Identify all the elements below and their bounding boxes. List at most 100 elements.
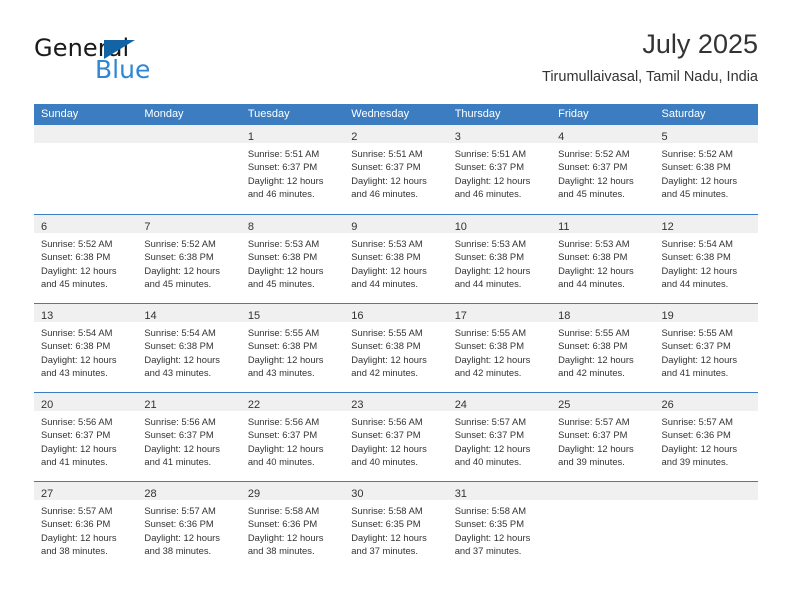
daylight-text-line2: and 46 minutes. [454,188,522,200]
daylight-text-line2: and 41 minutes. [661,367,729,379]
day-number-band: 7 [137,215,241,233]
calendar-day-cell[interactable]: 27 Sunrise: 5:57 AM Sunset: 6:36 PM Dayligh… [34,482,138,570]
sunset-text: Sunset: 6:38 PM [661,251,731,263]
calendar-day-cell[interactable]: 21 Sunrise: 5:56 AM Sunset: 6:37 PM Dayligh… [137,393,241,481]
calendar-day-cell[interactable]: 1 Sunrise: 5:51 AM Sunset: 6:37 PM Daylight… [240,125,345,214]
day-number: 6 [41,221,48,233]
sunrise-text: Sunrise: 5:52 AM [41,238,113,249]
calendar-day-cell[interactable]: 2 Sunrise: 5:51 AM Sunset: 6:37 PM Daylight… [344,125,448,214]
day-number-band: 26 [654,393,758,411]
daylight-text-line1: Daylight: 12 hours [144,442,220,454]
calendar-day-cell[interactable]: 22 Sunrise: 5:56 AM Sunset: 6:37 PM Dayligh… [240,393,345,481]
calendar-day-cell[interactable]: 6 Sunrise: 5:52 AM Sunset: 6:38 PM Daylight… [34,215,138,303]
sunset-text: Sunset: 6:38 PM [454,340,524,352]
calendar-day-cell[interactable]: 7 Sunrise: 5:52 AM Sunset: 6:38 PM Daylight… [137,215,241,303]
day-sun-info: Sunrise: 5:51 AM Sunset: 6:37 PM Daylight:… [448,143,551,201]
daylight-text-line1: Daylight: 12 hours [351,442,427,454]
day-sun-info: Sunrise: 5:57 AM Sunset: 6:36 PM Daylight:… [137,500,240,558]
sunset-text: Sunset: 6:38 PM [454,251,524,263]
calendar-day-cell[interactable]: 9 Sunrise: 5:53 AM Sunset: 6:38 PM Daylight… [344,215,448,303]
calendar-day-cell[interactable]: 14 Sunrise: 5:54 AM Sunset: 6:38 PM Dayligh… [137,304,241,392]
calendar-day-cell[interactable]: 28 Sunrise: 5:57 AM Sunset: 6:36 PM Dayligh… [137,482,241,570]
sunset-text: Sunset: 6:37 PM [558,161,628,173]
calendar-day-cell[interactable]: 18 Sunrise: 5:55 AM Sunset: 6:38 PM Dayligh… [551,304,655,392]
calendar-day-cell[interactable]: 31 Sunrise: 5:58 AM Sunset: 6:35 PM Dayligh… [447,482,552,570]
calendar-day-cell[interactable]: 12 Sunrise: 5:54 AM Sunset: 6:38 PM Dayligh… [654,215,758,303]
day-number: 20 [41,399,54,411]
daylight-text-line2: and 38 minutes. [247,545,315,557]
day-sun-info: Sunrise: 5:53 AM Sunset: 6:38 PM Daylight:… [344,233,447,291]
daylight-text-line1: Daylight: 12 hours [454,264,531,276]
daylight-text-line1: Daylight: 12 hours [247,174,324,186]
calendar-day-cell[interactable]: 10 Sunrise: 5:53 AM Sunset: 6:38 PM Dayligh… [447,215,552,303]
day-number: 21 [144,399,157,411]
daylight-text-line1: Daylight: 12 hours [144,353,220,365]
day-sun-info: Sunrise: 5:51 AM Sunset: 6:37 PM Daylight:… [241,143,344,201]
day-number-band: 23 [344,393,448,411]
day-number-band: 27 [34,482,138,500]
sunset-text: Sunset: 6:37 PM [558,429,628,441]
day-number-band: 25 [551,393,655,411]
day-number: 22 [247,399,261,411]
day-sun-info: Sunrise: 5:54 AM Sunset: 6:38 PM Daylight:… [655,233,758,291]
calendar-day-cell[interactable]: 13 Sunrise: 5:54 AM Sunset: 6:38 PM Dayligh… [34,304,138,392]
day-number-band [654,482,758,500]
calendar-day-cell[interactable]: 26 Sunrise: 5:57 AM Sunset: 6:36 PM Dayligh… [654,393,758,481]
sunrise-text: Sunrise: 5:53 AM [351,238,423,249]
calendar-day-cell[interactable]: 3 Sunrise: 5:51 AM Sunset: 6:37 PM Daylight… [447,125,552,214]
day-number: 7 [144,221,151,233]
day-number-band: 21 [137,393,241,411]
calendar-day-cell[interactable]: 20 Sunrise: 5:56 AM Sunset: 6:37 PM Dayligh… [34,393,138,481]
day-sun-info: Sunrise: 5:52 AM Sunset: 6:37 PM Daylight:… [551,143,654,201]
calendar-day-cell[interactable]: 25 Sunrise: 5:57 AM Sunset: 6:37 PM Dayligh… [551,393,655,481]
sunset-text: Sunset: 6:38 PM [351,251,421,263]
calendar-day-cell-empty [654,482,758,570]
calendar-day-cell[interactable]: 11 Sunrise: 5:53 AM Sunset: 6:38 PM Dayligh… [551,215,655,303]
sunrise-text: Sunrise: 5:56 AM [144,416,216,427]
calendar-day-cell[interactable]: 5 Sunrise: 5:52 AM Sunset: 6:38 PM Daylight… [654,125,758,214]
daylight-text-line1: Daylight: 12 hours [41,442,117,454]
general-blue-logo[interactable]: General Blue [34,34,264,90]
daylight-text-line2: and 43 minutes. [144,367,212,379]
calendar-day-cell[interactable]: 17 Sunrise: 5:55 AM Sunset: 6:38 PM Dayligh… [447,304,552,392]
daylight-text-line1: Daylight: 12 hours [558,174,634,186]
daylight-text-line2: and 38 minutes. [144,545,212,557]
sunset-text: Sunset: 6:35 PM [351,518,421,530]
weekday-header-monday: Monday [144,108,184,120]
day-number: 16 [351,310,364,322]
calendar-week-row: 13 Sunrise: 5:54 AM Sunset: 6:38 PM Dayligh… [34,303,758,392]
daylight-text-line2: and 45 minutes. [247,278,315,290]
calendar-day-cell[interactable]: 16 Sunrise: 5:55 AM Sunset: 6:38 PM Dayligh… [344,304,448,392]
day-number-band: 20 [34,393,138,411]
day-sun-info: Sunrise: 5:58 AM Sunset: 6:35 PM Daylight:… [448,500,551,558]
daylight-text-line2: and 42 minutes. [351,367,418,379]
calendar-page: General Blue July 2025 Tirumullaivasal, … [0,0,792,612]
calendar-day-cell[interactable]: 29 Sunrise: 5:58 AM Sunset: 6:36 PM Dayligh… [240,482,345,570]
day-number: 13 [41,310,54,322]
daylight-text-line2: and 39 minutes. [661,456,729,468]
daylight-text-line1: Daylight: 12 hours [351,531,427,543]
daylight-text-line2: and 42 minutes. [454,367,522,379]
sunrise-text: Sunrise: 5:57 AM [454,416,527,427]
sunrise-text: Sunrise: 5:53 AM [247,238,320,249]
sunrise-text: Sunrise: 5:57 AM [558,416,630,427]
calendar-week-row: 27 Sunrise: 5:57 AM Sunset: 6:36 PM Dayligh… [34,481,758,570]
calendar-day-cell[interactable]: 8 Sunrise: 5:53 AM Sunset: 6:38 PM Daylight… [240,215,345,303]
calendar-day-cell[interactable]: 24 Sunrise: 5:57 AM Sunset: 6:37 PM Dayligh… [447,393,552,481]
day-number: 17 [454,310,467,322]
sunset-text: Sunset: 6:37 PM [41,429,111,441]
sunrise-text: Sunrise: 5:54 AM [661,238,733,249]
daylight-text-line2: and 46 minutes. [351,188,418,200]
weekday-header-row: Sunday Monday Tuesday Wednesday Thursday Frid… [34,104,758,125]
calendar-day-cell[interactable]: 15 Sunrise: 5:55 AM Sunset: 6:38 PM Dayligh… [240,304,345,392]
calendar-day-cell[interactable]: 4 Sunrise: 5:52 AM Sunset: 6:37 PM Daylight… [551,125,655,214]
weekday-header-saturday: Saturday [661,108,706,120]
day-number-band: 11 [551,215,655,233]
calendar-day-cell[interactable]: 30 Sunrise: 5:58 AM Sunset: 6:35 PM Dayligh… [344,482,448,570]
calendar-day-cell[interactable]: 23 Sunrise: 5:56 AM Sunset: 6:37 PM Dayligh… [344,393,448,481]
day-sun-info: Sunrise: 5:53 AM Sunset: 6:38 PM Daylight:… [448,233,551,291]
sunrise-text: Sunrise: 5:56 AM [41,416,113,427]
weekday-header-wednesday: Wednesday [351,108,410,120]
daylight-text-line2: and 40 minutes. [247,456,315,468]
calendar-day-cell[interactable]: 19 Sunrise: 5:55 AM Sunset: 6:37 PM Dayligh… [654,304,758,392]
